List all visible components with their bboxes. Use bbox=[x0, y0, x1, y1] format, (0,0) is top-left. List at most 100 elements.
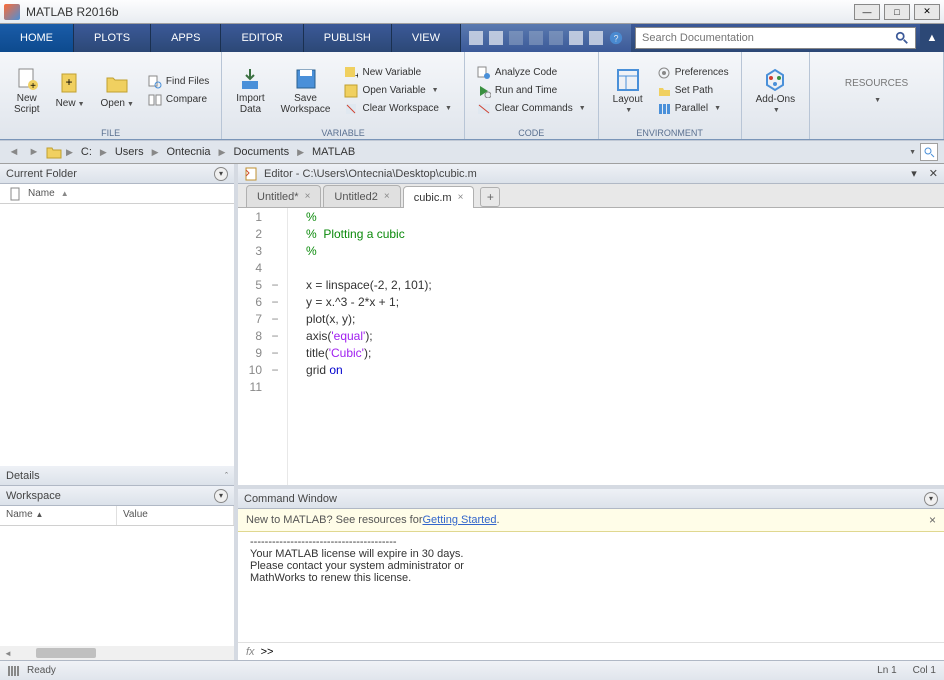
new-script-button[interactable]: + New Script bbox=[8, 56, 46, 125]
import-data-button[interactable]: Import Data bbox=[230, 56, 270, 125]
close-tab-icon[interactable]: × bbox=[458, 192, 464, 203]
clear-workspace-button[interactable]: Clear Workspace▼ bbox=[340, 101, 455, 117]
close-button[interactable]: ✕ bbox=[914, 4, 940, 20]
workspace-name-col[interactable]: Name ▲ bbox=[0, 506, 117, 525]
svg-text:+: + bbox=[30, 81, 36, 91]
compare-icon bbox=[148, 93, 162, 107]
fx-icon[interactable]: fx bbox=[246, 646, 255, 658]
getting-started-banner: New to MATLAB? See resources for Getting… bbox=[238, 509, 944, 532]
new-tab-button[interactable]: + bbox=[480, 187, 500, 207]
open-button[interactable]: Open▼ bbox=[95, 56, 140, 125]
chevron-down-icon: ▼ bbox=[874, 97, 881, 104]
tab-plots[interactable]: PLOTS bbox=[74, 24, 151, 52]
save-workspace-button[interactable]: Save Workspace bbox=[275, 56, 337, 125]
getting-started-link[interactable]: Getting Started bbox=[422, 514, 496, 526]
search-icon[interactable] bbox=[895, 31, 909, 45]
new-variable-button[interactable]: + New Variable bbox=[340, 65, 455, 81]
main-area: Current Folder ▾ Name ▲ Details ˆ Worksp… bbox=[0, 164, 944, 660]
line-number: Ln 1 bbox=[877, 665, 896, 676]
path-dropdown[interactable]: ▼ bbox=[909, 149, 916, 156]
run-and-time-button[interactable]: Run and Time bbox=[473, 83, 590, 99]
path-crumb[interactable]: Documents bbox=[229, 146, 293, 158]
redo-icon[interactable] bbox=[569, 31, 583, 45]
close-panel-button[interactable]: ✕ bbox=[929, 167, 938, 180]
paste-icon[interactable] bbox=[529, 31, 543, 45]
close-tab-icon[interactable]: × bbox=[305, 191, 311, 202]
set-path-button[interactable]: Set Path bbox=[653, 83, 733, 99]
editor-content[interactable]: 12345−6−7−8−9−10−11 % % Plotting a cubic… bbox=[238, 208, 944, 485]
editor-tab-untitled[interactable]: Untitled* × bbox=[246, 185, 321, 207]
path-search-button[interactable] bbox=[920, 143, 938, 161]
search-input[interactable] bbox=[642, 29, 895, 47]
chevron-down-icon: ▼ bbox=[579, 105, 586, 112]
print-icon[interactable] bbox=[589, 31, 603, 45]
workspace-value-col[interactable]: Value bbox=[117, 506, 234, 525]
code-area[interactable]: % % Plotting a cubic % x = linspace(-2, … bbox=[288, 208, 944, 485]
tab-view[interactable]: VIEW bbox=[392, 24, 461, 52]
open-variable-button[interactable]: Open Variable▼ bbox=[340, 83, 455, 99]
editor-tab-untitled2[interactable]: Untitled2 × bbox=[323, 185, 400, 207]
panel-menu-button[interactable]: ▾ bbox=[911, 167, 917, 180]
find-files-icon bbox=[148, 75, 162, 89]
editor-tab-cubic[interactable]: cubic.m × bbox=[403, 186, 475, 208]
path-crumb[interactable]: C: bbox=[77, 146, 96, 158]
resources-button[interactable]: RESOURCES ▼ bbox=[839, 56, 914, 125]
path-crumb[interactable]: Ontecnia bbox=[163, 146, 215, 158]
path-crumb[interactable]: Users bbox=[111, 146, 148, 158]
new-button[interactable]: + New▼ bbox=[50, 56, 91, 125]
back-button[interactable]: ◄ bbox=[6, 146, 22, 158]
busy-indicator-icon bbox=[8, 666, 19, 676]
editor-tabs: Untitled* × Untitled2 × cubic.m × + bbox=[238, 184, 944, 208]
minimize-button[interactable]: — bbox=[854, 4, 880, 20]
preferences-button[interactable]: Preferences bbox=[653, 65, 733, 81]
layout-button[interactable]: Layout ▼ bbox=[607, 56, 649, 125]
cut-icon[interactable] bbox=[469, 31, 483, 45]
parallel-button[interactable]: Parallel▼ bbox=[653, 101, 733, 117]
command-window: Command Window ▾ New to MATLAB? See reso… bbox=[238, 485, 944, 660]
chevron-down-icon: ▼ bbox=[773, 107, 780, 114]
clear-commands-icon bbox=[477, 102, 491, 116]
details-header[interactable]: Details ˆ bbox=[0, 466, 234, 486]
path-separator: ▶ bbox=[152, 147, 159, 158]
analyze-code-button[interactable]: Analyze Code bbox=[473, 65, 590, 81]
panel-menu-button[interactable]: ▾ bbox=[924, 492, 938, 506]
clear-commands-button[interactable]: Clear Commands▼ bbox=[473, 101, 590, 117]
search-documentation[interactable] bbox=[635, 27, 916, 49]
close-banner-button[interactable]: × bbox=[929, 513, 936, 527]
save-icon[interactable] bbox=[489, 31, 503, 45]
close-tab-icon[interactable]: × bbox=[384, 191, 390, 202]
horizontal-scrollbar[interactable]: ◄ bbox=[0, 646, 234, 660]
new-icon: + bbox=[58, 72, 82, 96]
folder-icon[interactable] bbox=[46, 145, 62, 159]
tab-editor[interactable]: EDITOR bbox=[221, 24, 303, 52]
compare-button[interactable]: Compare bbox=[144, 92, 213, 108]
line-gutter: 12345−6−7−8−9−10−11 bbox=[238, 208, 288, 485]
tab-publish[interactable]: PUBLISH bbox=[304, 24, 392, 52]
forward-button[interactable]: ► bbox=[26, 146, 42, 158]
command-prompt-row[interactable]: fx >> bbox=[238, 642, 944, 660]
command-output[interactable]: ----------------------------------------… bbox=[238, 532, 944, 642]
panel-menu-button[interactable]: ▾ bbox=[214, 489, 228, 503]
name-column-header[interactable]: Name ▲ bbox=[0, 184, 234, 204]
collapse-ribbon-button[interactable]: ▲ bbox=[920, 24, 944, 52]
tab-apps[interactable]: APPS bbox=[151, 24, 221, 52]
open-folder-icon bbox=[105, 72, 129, 96]
column-number: Col 1 bbox=[913, 665, 936, 676]
tab-home[interactable]: HOME bbox=[0, 24, 74, 52]
panel-menu-button[interactable]: ▾ bbox=[214, 167, 228, 181]
search-icon bbox=[923, 146, 935, 158]
help-icon[interactable]: ? bbox=[609, 31, 623, 45]
path-crumb[interactable]: MATLAB bbox=[308, 146, 359, 158]
undo-icon[interactable] bbox=[549, 31, 563, 45]
find-files-button[interactable]: Find Files bbox=[144, 74, 213, 90]
code-group-label: CODE bbox=[465, 128, 598, 138]
chevron-down-icon: ▼ bbox=[127, 101, 134, 108]
path-separator: ▶ bbox=[297, 147, 304, 158]
copy-icon[interactable] bbox=[509, 31, 523, 45]
editor-header: Editor - C:\Users\Ontecnia\Desktop\cubic… bbox=[238, 164, 944, 184]
scrollbar-thumb[interactable] bbox=[36, 648, 96, 658]
addons-button[interactable]: Add-Ons ▼ bbox=[750, 56, 801, 125]
maximize-button[interactable]: □ bbox=[884, 4, 910, 20]
editor-icon bbox=[244, 167, 258, 181]
set-path-icon bbox=[657, 84, 671, 98]
